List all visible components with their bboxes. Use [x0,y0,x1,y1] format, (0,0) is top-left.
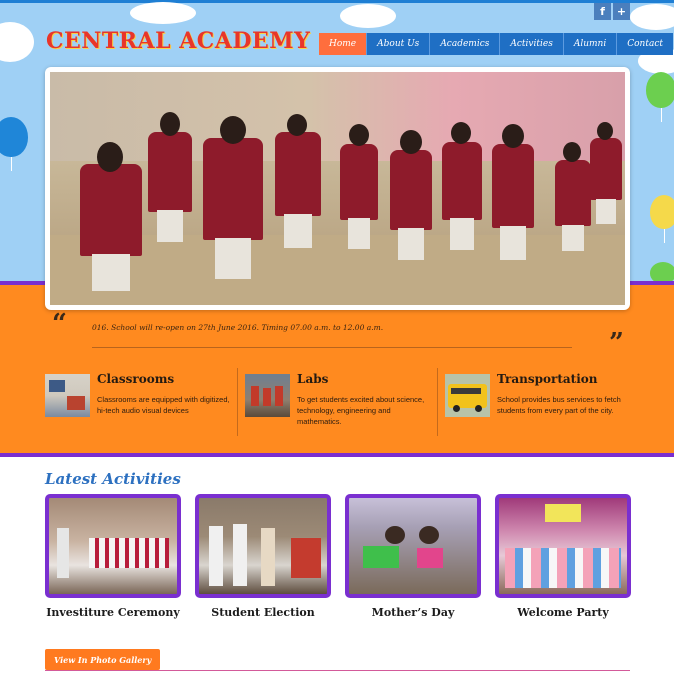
balloon-decoration [650,262,674,283]
nav-item-contact[interactable]: Contact [617,33,673,55]
activity-label[interactable]: Investiture Ceremony [45,606,181,619]
facebook-icon[interactable]: f [594,3,611,20]
cloud-decoration [130,2,196,24]
photo-figure [442,142,482,250]
labs-thumbnail [245,374,290,417]
photo-figure [97,142,123,172]
quote-open-icon: “ [52,309,67,339]
feature-separator [237,368,238,436]
activity-card-election[interactable] [195,494,331,598]
photo-figure [148,132,192,243]
site-logo[interactable]: CENTRAL ACADEMY [46,28,310,54]
nav-item-activities[interactable]: Activities [500,33,564,55]
photo-figure [563,142,581,162]
feature-classrooms: Classrooms Classrooms are equipped with … [45,372,235,438]
photo-figure [451,122,471,144]
photo-figure [80,164,142,291]
photo-figure [597,122,613,140]
feature-title: Labs [297,372,329,386]
quote-close-icon: ” [609,328,624,358]
classroom-thumbnail [45,374,90,417]
nav-item-alumni[interactable]: Alumni [563,33,618,55]
photo-figure [287,114,307,136]
main-nav: Home About Us Academics Activities Alumn… [319,33,673,55]
photo-figure [160,112,180,136]
activity-label[interactable]: Welcome Party [495,606,631,619]
balloon-decoration [646,72,674,122]
photo-figure [590,138,622,224]
photo-figure [203,138,263,279]
cloud-decoration [630,4,674,30]
photo-figure [555,160,591,252]
nav-item-home[interactable]: Home [319,33,368,55]
photo-figure [502,124,524,148]
feature-labs: Labs To get students excited about scien… [245,372,435,438]
photo-background-wall [50,72,625,161]
students-assembly-photo [50,72,625,305]
photo-figure [492,144,534,260]
view-photo-gallery-button[interactable]: View In Photo Gallery [45,649,161,670]
photo-figure [220,116,246,144]
activity-card-welcome-party[interactable] [495,494,631,598]
notice-ticker[interactable]: 016. School will re-open on 27th June 20… [92,323,572,332]
section-divider [45,670,630,671]
nav-item-academics[interactable]: Academics [430,33,501,55]
photo-figure [400,130,422,154]
feature-description: School provides bus services to fetch st… [497,395,621,415]
latest-activities-heading: Latest Activities [45,470,181,488]
social-links: f + [594,3,630,20]
ticker-divider [92,347,572,348]
school-bus-thumbnail [445,374,490,417]
feature-separator [437,368,438,436]
cloud-decoration [340,4,396,28]
photo-figure [340,144,378,249]
activity-label[interactable]: Student Election [195,606,331,619]
activity-card-investiture[interactable] [45,494,181,598]
feature-transportation: Transportation School provides bus servi… [445,372,635,438]
cloud-decoration [0,22,34,62]
photo-figure [275,132,321,248]
nav-item-about-us[interactable]: About Us [367,33,431,55]
activity-card-mothers-day[interactable] [345,494,481,598]
balloon-decoration [650,195,674,243]
feature-description: Classrooms are equipped with digitized, … [97,395,230,415]
feature-title: Classrooms [97,372,175,386]
balloon-decoration [0,117,28,171]
feature-description: To get students excited about science, t… [297,395,425,426]
photo-figure [390,150,432,261]
photo-figure [349,124,369,146]
hero-banner [45,67,630,310]
top-accent-line [0,0,674,3]
activity-label[interactable]: Mother’s Day [345,606,481,619]
google-plus-icon[interactable]: + [613,3,630,20]
feature-title: Transportation [497,372,598,386]
